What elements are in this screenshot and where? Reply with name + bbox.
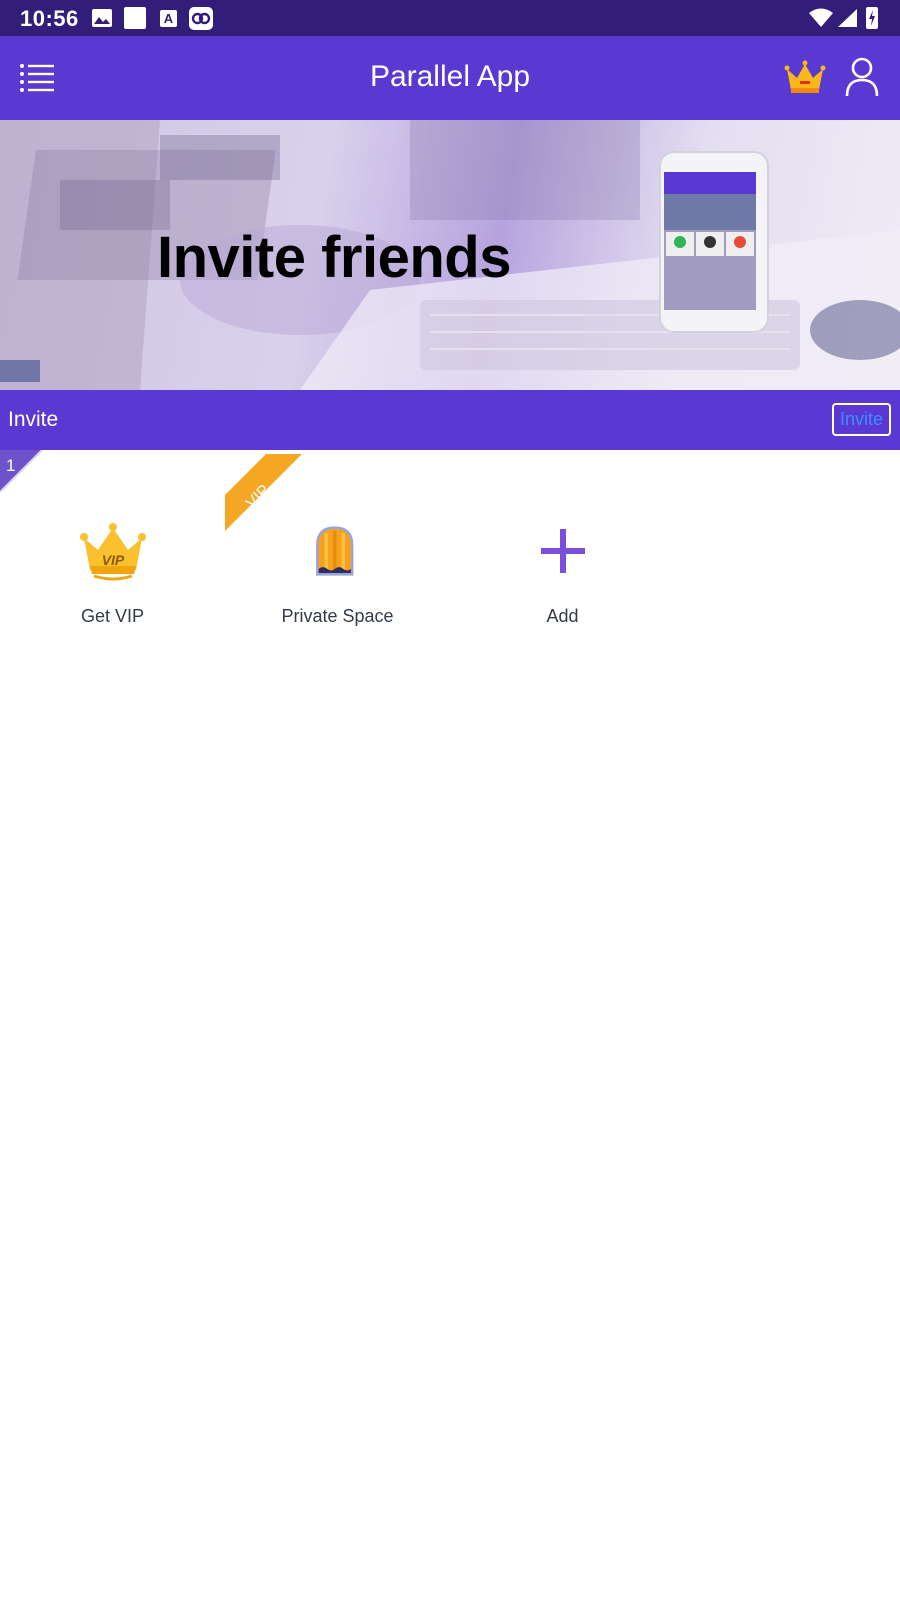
corner-badge-number: 1 — [6, 456, 16, 475]
banner-title: Invite friends — [157, 225, 511, 290]
invite-bar: Invite Invite — [0, 390, 900, 450]
wifi-icon — [808, 8, 834, 33]
app-bar: Parallel App — [0, 36, 900, 120]
invite-button[interactable]: Invite — [832, 403, 891, 436]
app-tile-get-vip[interactable]: 1 VIP Get VIP — [0, 450, 225, 650]
signal-icon — [836, 8, 858, 33]
app-label: Get VIP — [80, 606, 145, 626]
app-tile-private-space[interactable]: Private Space — [225, 450, 450, 650]
app-label: Add — [546, 606, 579, 626]
app-title: Parallel App — [369, 60, 531, 93]
crown-vip-icon: VIP — [80, 523, 146, 581]
battery-icon — [866, 7, 878, 29]
user-icon[interactable] — [844, 56, 880, 98]
app-label: Private Space — [281, 606, 394, 626]
svg-text:VIP: VIP — [102, 552, 125, 568]
square-icon — [124, 7, 146, 29]
status-bar: 10:56 A — [0, 0, 900, 36]
app-grid: 1 VIP Get VIP Private Space Add — [0, 450, 900, 650]
link-icon — [189, 7, 213, 30]
phone-illustration — [659, 151, 769, 333]
invite-label: Invite — [8, 408, 59, 431]
crown-icon[interactable] — [784, 58, 826, 98]
font-a-icon: A — [160, 10, 177, 27]
invite-friends-banner[interactable]: Invite friends — [0, 120, 900, 390]
gallery-icon — [92, 9, 112, 27]
status-time: 10:56 — [20, 6, 79, 31]
add-app-button[interactable]: Add — [450, 450, 675, 650]
private-space-door-icon — [316, 526, 354, 576]
plus-icon — [541, 529, 585, 573]
